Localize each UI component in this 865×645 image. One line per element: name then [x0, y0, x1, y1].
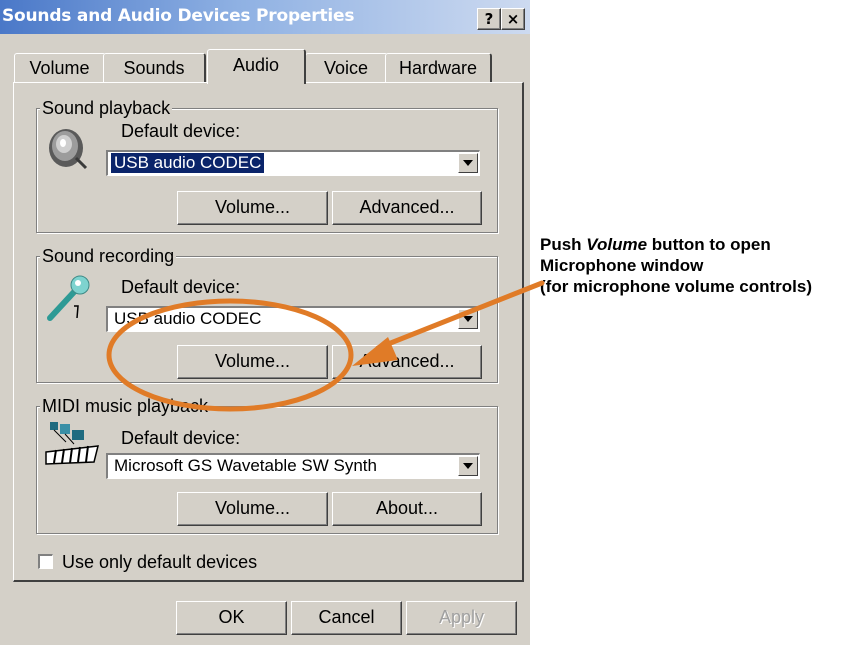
annotation-text: button to open — [647, 235, 771, 254]
midi-device-value: Microsoft GS Wavetable SW Synth — [114, 456, 377, 475]
tab-audio[interactable]: Audio — [207, 49, 306, 84]
ok-button[interactable]: OK — [176, 601, 287, 635]
midi-about-button[interactable]: About... — [332, 492, 482, 526]
tab-sounds[interactable]: Sounds — [103, 53, 206, 82]
annotation-emphasis: Volume — [586, 235, 648, 254]
midi-default-label: Default device: — [121, 428, 241, 448]
microphone-icon — [47, 275, 90, 321]
apply-button: Apply — [406, 601, 517, 635]
help-button[interactable]: ? — [477, 8, 501, 30]
group-legend: MIDI music playback — [40, 395, 211, 417]
cancel-button[interactable]: Cancel — [291, 601, 402, 635]
recording-advanced-button[interactable]: Advanced... — [332, 345, 482, 379]
chevron-down-icon[interactable] — [458, 153, 478, 173]
recording-volume-button[interactable]: Volume... — [177, 345, 328, 379]
chevron-down-icon[interactable] — [458, 309, 478, 329]
tab-hardware[interactable]: Hardware — [385, 53, 492, 82]
playback-volume-button[interactable]: Volume... — [177, 191, 328, 225]
window-title: Sounds and Audio Devices Properties — [2, 6, 355, 26]
playback-device-value: USB audio CODEC — [111, 153, 265, 173]
annotation-callout: Push Volume button to open Microphone wi… — [540, 234, 865, 297]
group-legend: Sound recording — [40, 245, 177, 267]
annotation-text: (for microphone volume controls) — [540, 277, 813, 296]
close-button[interactable]: × — [501, 8, 525, 30]
speaker-icon — [49, 129, 88, 170]
annotation-text: Push — [540, 235, 587, 254]
midi-device-select[interactable]: Microsoft GS Wavetable SW Synth — [106, 453, 480, 479]
midi-keyboard-icon — [45, 422, 99, 465]
playback-default-label: Default device: — [121, 121, 241, 141]
dialog-window: Sounds and Audio Devices Properties ? × … — [0, 0, 530, 645]
tab-volume[interactable]: Volume — [14, 53, 106, 82]
playback-advanced-button[interactable]: Advanced... — [332, 191, 482, 225]
midi-volume-button[interactable]: Volume... — [177, 492, 328, 526]
tab-voice[interactable]: Voice — [305, 53, 388, 82]
playback-device-select[interactable]: USB audio CODEC — [106, 150, 480, 176]
recording-device-value: USB audio CODEC — [114, 309, 262, 328]
group-legend: Sound playback — [40, 97, 173, 119]
recording-device-select[interactable]: USB audio CODEC — [106, 306, 480, 332]
title-bar: Sounds and Audio Devices Properties ? × — [0, 0, 530, 34]
use-default-devices-label: Use only default devices — [62, 552, 258, 572]
chevron-down-icon[interactable] — [458, 456, 478, 476]
use-default-devices-checkbox[interactable] — [38, 554, 53, 569]
annotation-text: Microphone window — [540, 256, 704, 275]
recording-default-label: Default device: — [121, 277, 241, 297]
